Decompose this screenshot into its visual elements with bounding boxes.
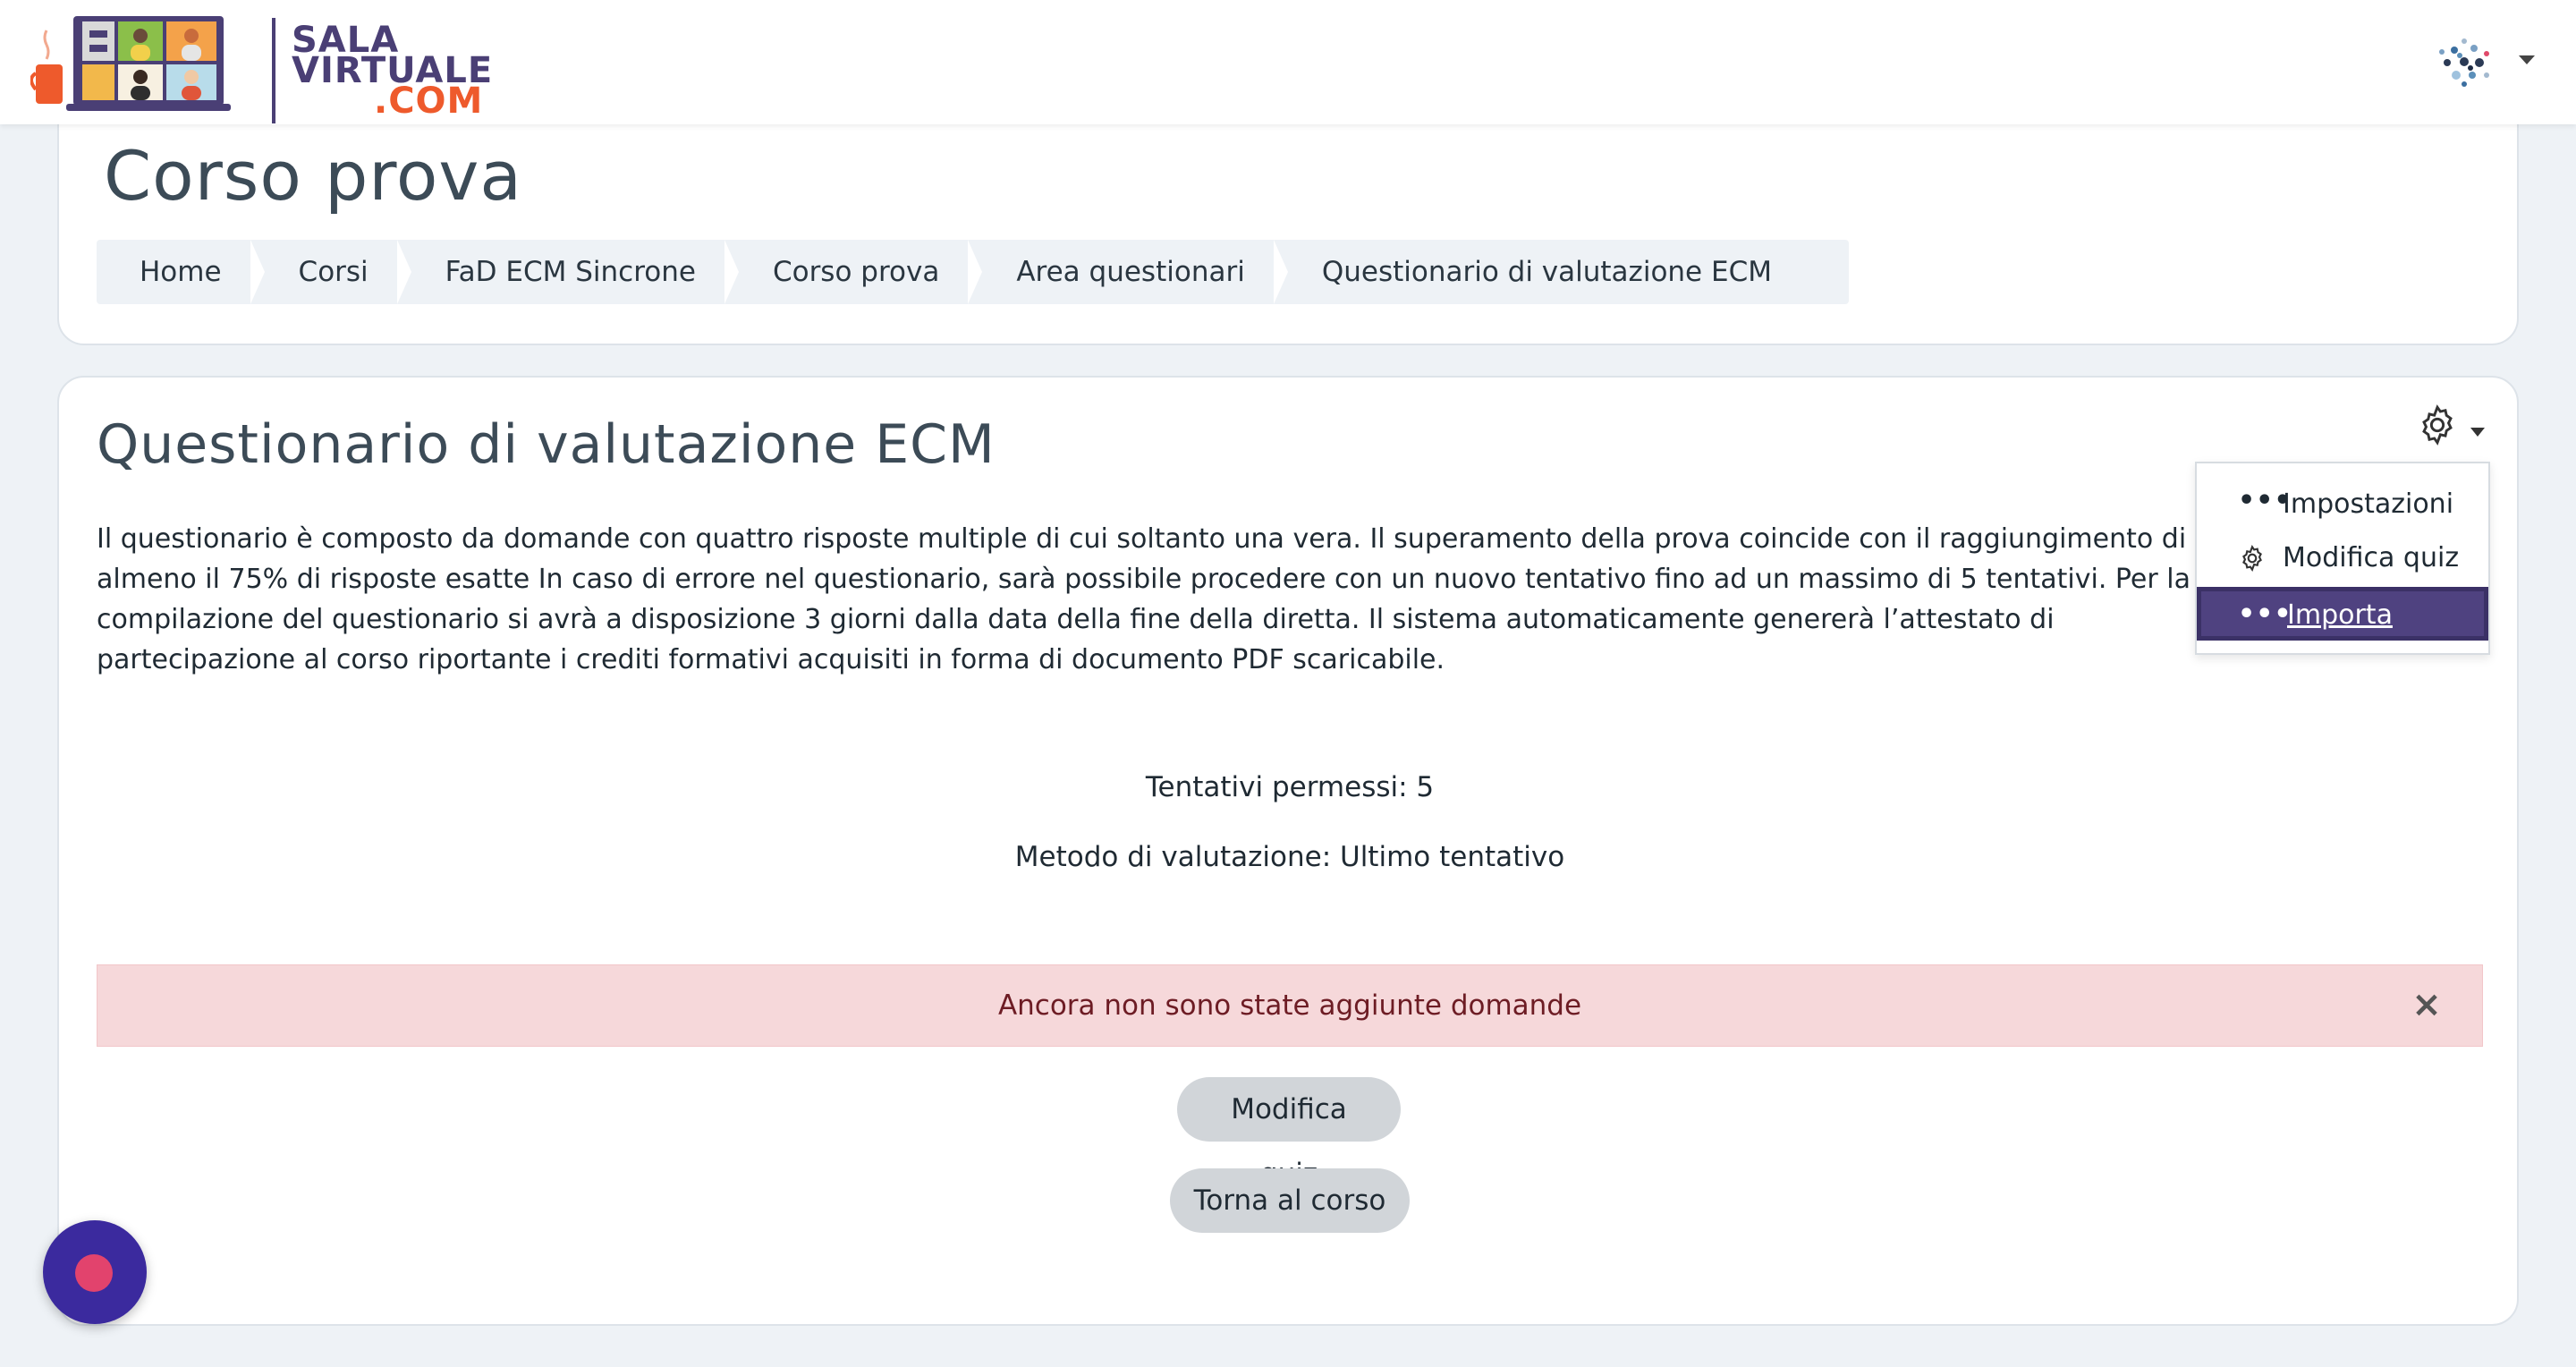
menu-item-modifica-quiz[interactable]: Modifica quiz: [2197, 531, 2488, 585]
page-title: Corso prova: [104, 136, 522, 216]
actions-menu-toggle[interactable]: [2415, 399, 2496, 453]
user-avatar-icon: [2439, 38, 2489, 87]
logo-illustration-icon: [30, 16, 231, 111]
menu-item-label: Modifica quiz: [2283, 542, 2460, 573]
dots-icon: •••: [2238, 485, 2292, 516]
breadcrumb-item-fad-ecm-sincrone[interactable]: FaD ECM Sincrone: [402, 240, 740, 304]
grading-method: Metodo di valutazione: Ultimo tentativo: [1014, 841, 1565, 873]
site-logo[interactable]: SALA VIRTUALE .COM: [30, 9, 492, 123]
chevron-down-icon: [2470, 428, 2485, 437]
breadcrumb-item-corso-prova[interactable]: Corso prova: [730, 240, 983, 304]
quiz-main-card: Questionario di valutazione ECM Il quest…: [57, 376, 2519, 1326]
quiz-intro-text: Il questionario è composto da domande co…: [97, 523, 2190, 675]
quiz-title: Questionario di valutazione ECM: [97, 413, 996, 476]
edit-quiz-button[interactable]: Modifica quiz: [1177, 1077, 1401, 1190]
breadcrumb-item-questionario[interactable]: Questionario di valutazione ECM: [1279, 240, 1806, 304]
actions-dropdown-menu: ••• Impostazioni Modifica quiz ••• Impor…: [2195, 462, 2490, 655]
breadcrumb: Home Corsi FaD ECM Sincrone Corso prova …: [97, 240, 1849, 304]
user-menu-toggle[interactable]: [2433, 30, 2540, 95]
dots-icon: •••: [2238, 599, 2292, 630]
breadcrumb-item-area-questionari[interactable]: Area questionari: [973, 240, 1289, 304]
breadcrumb-item-home[interactable]: Home: [97, 240, 265, 304]
breadcrumb-item-corsi[interactable]: Corsi: [256, 240, 411, 304]
no-questions-alert: Ancora non sono state aggiunte domande ×: [97, 964, 2483, 1047]
logo-divider: [272, 18, 275, 123]
logo-wordmark: SALA VIRTUALE .COM: [292, 22, 493, 119]
attempts-allowed: Tentativi permessi: 5: [1145, 771, 1435, 803]
close-icon[interactable]: ×: [2407, 985, 2446, 1024]
menu-item-label: Importa: [2287, 599, 2393, 631]
gear-icon: [2242, 545, 2262, 572]
page-header-card: Corso prova Home Corsi FaD ECM Sincrone …: [57, 98, 2519, 345]
top-navbar: SALA VIRTUALE .COM: [0, 0, 2576, 124]
chat-indicator-icon: [75, 1254, 113, 1292]
floating-chat-button[interactable]: [43, 1220, 147, 1324]
chevron-down-icon: [2519, 55, 2535, 64]
menu-item-label: Impostazioni: [2283, 488, 2454, 520]
back-to-course-button[interactable]: Torna al corso: [1170, 1168, 1410, 1233]
menu-item-importa[interactable]: ••• Importa: [2197, 587, 2488, 641]
gear-icon: [2422, 404, 2453, 446]
alert-message: Ancora non sono state aggiunte domande: [997, 989, 1582, 1022]
menu-item-impostazioni[interactable]: ••• Impostazioni: [2197, 478, 2488, 531]
